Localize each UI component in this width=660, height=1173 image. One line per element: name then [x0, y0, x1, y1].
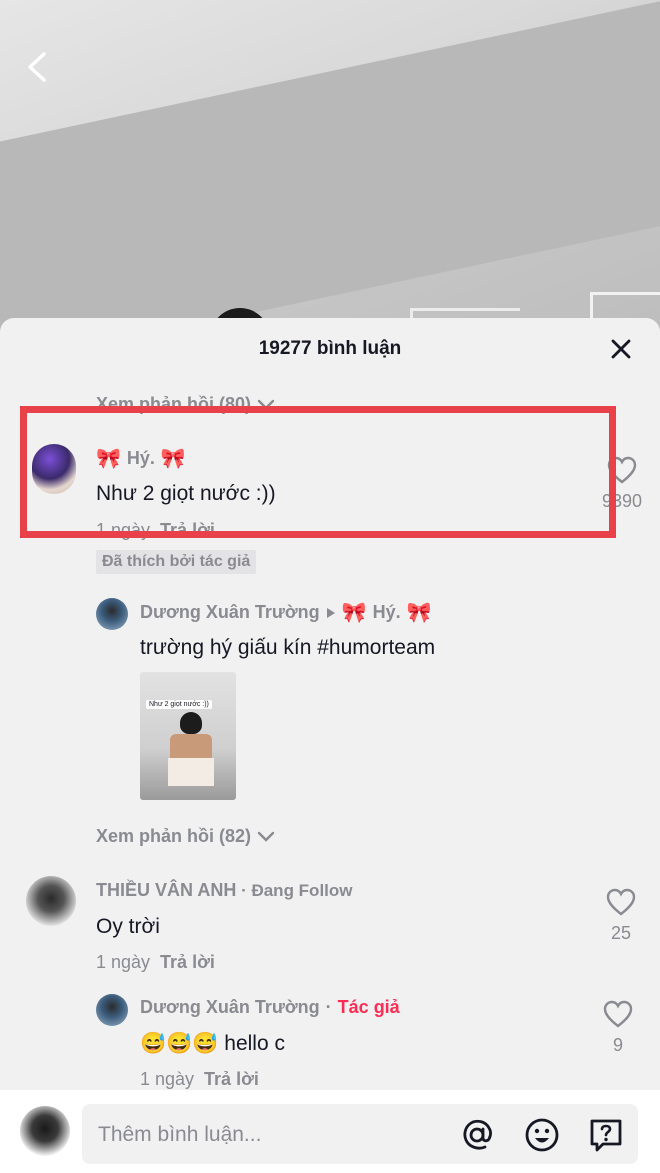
question-box-icon	[590, 1119, 622, 1152]
view-replies-label: Xem phản hồi (82)	[96, 826, 252, 846]
comment-text: Oy trời	[96, 915, 160, 938]
thumbnail-caption: Như 2 giọt nước :))	[146, 700, 212, 709]
close-button[interactable]	[608, 336, 634, 362]
smiley-icon	[525, 1118, 559, 1152]
comment-count-title: 19277 bình luận	[258, 338, 402, 359]
thumbnail-person-wrap	[168, 758, 214, 786]
pink-bow-icon: 🎀	[406, 602, 432, 624]
reply-text-content: hello c	[218, 1032, 285, 1055]
thumbnail-person-body	[170, 734, 212, 760]
like-count: 25	[610, 923, 632, 943]
heart-outline-icon	[603, 1000, 633, 1028]
chevron-down-icon	[257, 831, 275, 842]
reply-button[interactable]: Trả lời	[204, 1069, 259, 1089]
highlight-annotation	[20, 406, 616, 538]
video-ceiling	[0, 0, 660, 340]
close-icon	[611, 339, 631, 359]
reply-time: 1 ngày	[140, 1069, 195, 1089]
reply-username-text: Dương Xuân Trường	[140, 997, 320, 1017]
question-button[interactable]	[587, 1116, 625, 1154]
comment-input-bar	[0, 1090, 660, 1173]
liked-by-author-badge: Đã thích bởi tác giả	[96, 550, 257, 574]
reply-avatar[interactable]	[96, 994, 128, 1026]
author-tag: Tác giả	[337, 997, 400, 1017]
like-button[interactable]: 25	[596, 888, 646, 944]
comments-header: 19277 bình luận	[0, 318, 660, 378]
comment-username-name: THIỀU VÂN ANH	[96, 880, 237, 900]
reply-text: trường hý giấu kín #humorteam	[140, 636, 436, 659]
reply-meta: 1 ngày Trả lời	[140, 1069, 259, 1090]
mention-button[interactable]	[458, 1116, 496, 1154]
reply-username-text: Dương Xuân Trường	[140, 602, 320, 622]
reply-avatar[interactable]	[96, 598, 128, 630]
reply-video-thumbnail[interactable]: Như 2 giọt nước :))	[140, 672, 236, 800]
reply-username[interactable]: Dương Xuân Trường · Tác giả	[140, 997, 400, 1018]
comment-username-text: THIỀU VÂN ANH · Đang Follow	[96, 880, 353, 901]
view-replies-button[interactable]: Xem phản hồi (82)	[96, 826, 275, 847]
pink-bow-icon: 🎀	[341, 602, 367, 624]
sweat-smile-emoji: 😅😅😅	[140, 1032, 219, 1055]
comment-input-box	[82, 1104, 638, 1166]
back-button[interactable]	[22, 50, 56, 84]
at-sign-icon	[463, 1119, 492, 1150]
reply-text: 😅😅😅 hello c	[140, 1032, 285, 1056]
reply-username[interactable]: Dương Xuân Trường 🎀 Hý. 🎀	[140, 600, 432, 625]
current-user-avatar[interactable]	[20, 1106, 70, 1156]
video-background	[0, 0, 660, 340]
reply-button[interactable]: Trả lời	[160, 952, 215, 972]
comment-username[interactable]: THIỀU VÂN ANH · Đang Follow	[96, 880, 353, 901]
reply-to-username: Hý.	[372, 602, 401, 622]
heart-outline-icon	[606, 888, 636, 916]
like-count: 9	[612, 1035, 623, 1055]
comment-time: 1 ngày	[96, 952, 151, 972]
following-status: · Đang Follow	[236, 881, 353, 900]
commenter-avatar[interactable]	[26, 876, 76, 926]
separator-dot: ·	[325, 997, 332, 1017]
emoji-button[interactable]	[523, 1116, 561, 1154]
comment-meta: 1 ngày Trả lời	[96, 952, 215, 973]
comments-sheet: 19277 bình luận Xem phản hồi (80) 🎀 Hý. …	[0, 318, 660, 1173]
chevron-left-icon	[28, 52, 46, 82]
thumbnail-person-head	[180, 712, 202, 734]
like-button[interactable]: 9	[593, 1000, 643, 1056]
comment-input[interactable]	[96, 1104, 440, 1166]
triangle-right-icon	[326, 607, 335, 618]
